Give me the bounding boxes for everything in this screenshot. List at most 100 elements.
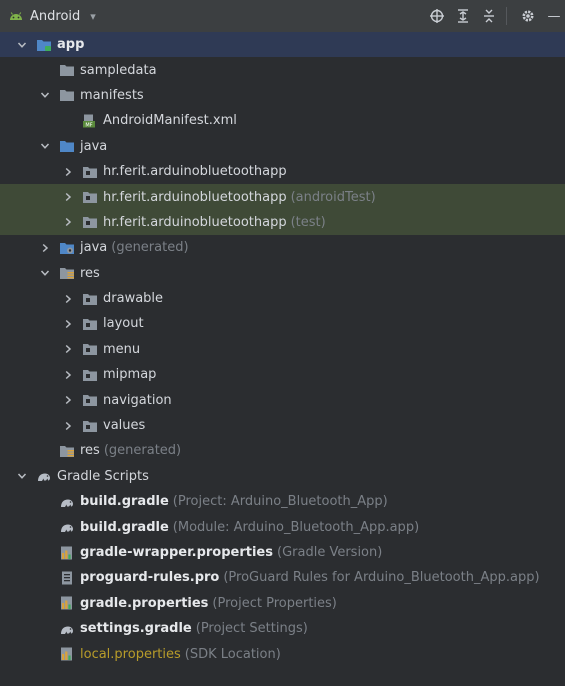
- chevron-right-icon[interactable]: [62, 166, 74, 178]
- tree-item-label: settings.gradle: [80, 621, 192, 637]
- project-view-selector[interactable]: Android: [30, 9, 80, 24]
- tree-row[interactable]: java (generated): [0, 235, 565, 260]
- chevron-right-icon[interactable]: [62, 343, 74, 355]
- tree-item-label: gradle-wrapper.properties: [80, 545, 273, 560]
- tree-item-label: res: [80, 443, 100, 459]
- chevron-right-icon[interactable]: [62, 420, 74, 432]
- properties-file-icon: [59, 647, 75, 661]
- package-icon: [82, 419, 98, 433]
- chevron-right-icon[interactable]: [62, 369, 74, 381]
- tree-row[interactable]: hr.ferit.arduinobluetoothapp: [0, 159, 565, 184]
- tree-row[interactable]: build.gradle (Project: Arduino_Bluetooth_…: [0, 489, 565, 514]
- tree-row[interactable]: manifests: [0, 83, 565, 108]
- gradle-elephant-icon: [36, 469, 52, 483]
- chevron-right-icon[interactable]: [62, 318, 74, 330]
- resources-folder-icon: [59, 266, 75, 280]
- tree-row[interactable]: gradle.properties (Project Properties): [0, 591, 565, 616]
- chevron-down-icon[interactable]: ▾: [90, 10, 96, 23]
- toolbar-actions: —: [422, 0, 565, 32]
- select-opened-file-button[interactable]: [426, 5, 448, 27]
- chevron-down-icon[interactable]: [16, 39, 28, 51]
- tree-item-label: menu: [103, 341, 141, 357]
- chevron-right-icon[interactable]: [62, 293, 74, 305]
- gradle-elephant-icon: [59, 622, 75, 636]
- tree-item-label: Gradle Scripts: [57, 468, 149, 484]
- properties-file-icon: [59, 596, 75, 610]
- tree-row[interactable]: hr.ferit.arduinobluetoothapp (test): [0, 209, 565, 236]
- tree-row[interactable]: res: [0, 261, 565, 286]
- project-view-toolbar: Android ▾ —: [0, 0, 565, 32]
- chevron-down-icon[interactable]: [16, 470, 28, 482]
- tree-row[interactable]: local.properties (SDK Location): [0, 641, 565, 666]
- resources-folder-icon: [59, 444, 75, 458]
- package-icon: [82, 342, 98, 356]
- tree-row[interactable]: java: [0, 134, 565, 159]
- tree-row[interactable]: proguard-rules.pro (ProGuard Rules for Ar…: [0, 565, 565, 590]
- source-folder-icon: [59, 139, 75, 153]
- tree-item-label: sampledata: [80, 62, 157, 78]
- tree-item-hint: (test): [290, 214, 326, 230]
- tree-item-label: java: [80, 240, 108, 256]
- tree-row[interactable]: res (generated): [0, 438, 565, 463]
- tree-row[interactable]: navigation: [0, 387, 565, 412]
- module-folder-icon: [36, 38, 52, 52]
- minimize-icon: —: [547, 8, 561, 24]
- package-icon: [82, 165, 98, 179]
- tree-item-hint: (SDK Location): [184, 646, 281, 662]
- svg-text:MF: MF: [85, 122, 92, 127]
- settings-button[interactable]: [517, 5, 539, 27]
- tree-item-label: hr.ferit.arduinobluetoothapp: [103, 164, 287, 180]
- chevron-right-icon[interactable]: [62, 216, 74, 228]
- tree-item-label: manifests: [80, 87, 144, 103]
- tree-item-label: drawable: [103, 291, 164, 307]
- package-icon: [82, 190, 98, 204]
- project-tree: app sampledata manifests MF AndroidManifest.…: [0, 32, 565, 667]
- collapse-all-button[interactable]: [478, 5, 500, 27]
- expand-all-button[interactable]: [452, 5, 474, 27]
- package-icon: [82, 215, 98, 229]
- chevron-down-icon[interactable]: [39, 89, 51, 101]
- tree-item-label: gradle.properties: [80, 595, 209, 611]
- properties-file-icon: [59, 546, 75, 560]
- hide-panel-button[interactable]: —: [543, 5, 565, 27]
- tree-item-label: layout: [103, 316, 144, 332]
- tree-row[interactable]: app: [0, 32, 565, 58]
- tree-item-label: AndroidManifest.xml: [103, 113, 237, 129]
- tree-row[interactable]: menu: [0, 337, 565, 362]
- tree-row[interactable]: hr.ferit.arduinobluetoothapp (androidTest…: [0, 184, 565, 210]
- chevron-down-icon[interactable]: [39, 267, 51, 279]
- tree-item-label: hr.ferit.arduinobluetoothapp: [103, 214, 287, 230]
- tree-row[interactable]: Gradle Scripts: [0, 464, 565, 489]
- tree-row[interactable]: drawable: [0, 286, 565, 311]
- expand-all-icon: [458, 9, 468, 23]
- tree-row[interactable]: MF AndroidManifest.xml: [0, 108, 565, 133]
- tree-item-label: navigation: [103, 392, 172, 408]
- crosshair-icon: [430, 9, 444, 23]
- tree-row[interactable]: mipmap: [0, 362, 565, 387]
- tree-item-label: hr.ferit.arduinobluetoothapp: [103, 189, 287, 205]
- folder-icon: [59, 63, 75, 77]
- tree-row[interactable]: gradle-wrapper.properties (Gradle Version…: [0, 540, 565, 565]
- tree-item-hint: (ProGuard Rules for Arduino_Bluetooth_Ap…: [223, 570, 540, 586]
- tree-row[interactable]: build.gradle (Module: Arduino_Bluetooth_A…: [0, 514, 565, 539]
- tree-row[interactable]: layout: [0, 311, 565, 336]
- tree-item-label: app: [57, 37, 85, 53]
- chevron-right-icon[interactable]: [62, 394, 74, 406]
- tree-row[interactable]: sampledata: [0, 57, 565, 82]
- text-file-icon: [59, 571, 75, 585]
- tree-row[interactable]: values: [0, 413, 565, 438]
- tree-item-hint: (Project: Arduino_Bluetooth_App): [172, 494, 388, 510]
- toolbar-divider: [506, 7, 507, 25]
- tree-item-hint: (Gradle Version): [277, 545, 383, 560]
- package-icon: [82, 292, 98, 306]
- tree-item-label: proguard-rules.pro: [80, 570, 220, 586]
- tree-item-label: build.gradle: [80, 494, 169, 510]
- tree-item-hint: (androidTest): [290, 189, 376, 205]
- chevron-down-icon[interactable]: [39, 140, 51, 152]
- chevron-right-icon[interactable]: [39, 242, 51, 254]
- package-icon: [82, 317, 98, 331]
- generated-folder-icon: [59, 241, 75, 255]
- folder-icon: [59, 88, 75, 102]
- chevron-right-icon[interactable]: [62, 191, 74, 203]
- tree-row[interactable]: settings.gradle (Project Settings): [0, 616, 565, 641]
